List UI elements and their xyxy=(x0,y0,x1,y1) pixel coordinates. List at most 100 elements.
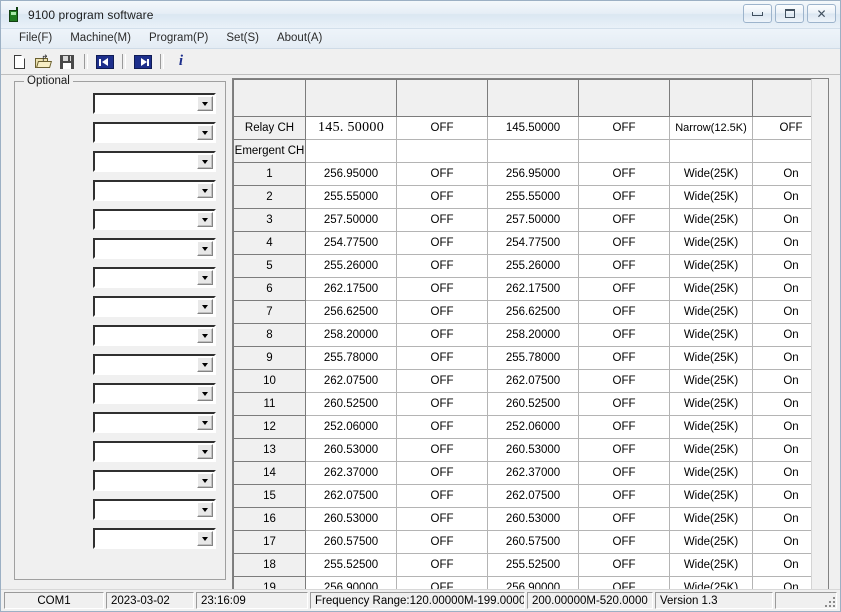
combo-busy-lock[interactable] xyxy=(93,296,216,317)
combo-radio[interactable] xyxy=(93,209,216,230)
cell-channel-id[interactable]: 5 xyxy=(233,254,306,278)
cell-tx[interactable]: 256.62500 xyxy=(487,300,579,324)
cell-wn[interactable]: Wide(25K) xyxy=(669,507,753,531)
cell-dec[interactable]: OFF xyxy=(396,185,488,209)
table-row[interactable]: 11 260.52500 OFF 260.52500 OFF Wide(25K) On xyxy=(233,392,828,416)
cell-tx[interactable]: 262.07500 xyxy=(487,484,579,508)
chevron-down-icon[interactable] xyxy=(197,386,213,401)
save-file-button[interactable] xyxy=(56,51,78,72)
table-row[interactable]: 17 260.57500 OFF 260.57500 OFF Wide(25K) On xyxy=(233,530,828,554)
combo-key-lock[interactable] xyxy=(93,412,216,433)
cell-enc[interactable]: OFF xyxy=(578,185,670,209)
combo-time-out-timer[interactable] xyxy=(93,151,216,172)
cell-tx[interactable]: 255.52500 xyxy=(487,553,579,577)
table-row[interactable]: 2 255.55000 OFF 255.55000 OFF Wide(25K) On xyxy=(233,185,828,209)
cell-dec[interactable]: OFF xyxy=(396,162,488,186)
cell-channel-id[interactable]: 9 xyxy=(233,346,306,370)
cell-wn[interactable]: Wide(25K) xyxy=(669,346,753,370)
cell-wn[interactable]: Wide(25K) xyxy=(669,484,753,508)
menu-item-file[interactable]: File(F) xyxy=(10,31,61,46)
cell-rx[interactable]: 256.90000 xyxy=(305,576,397,589)
cell-enc[interactable]: OFF xyxy=(578,484,670,508)
combo-squelch-level[interactable] xyxy=(93,93,216,114)
chevron-down-icon[interactable] xyxy=(197,183,213,198)
cell-wn[interactable]: Wide(25K) xyxy=(669,438,753,462)
cell-tx[interactable]: 258.20000 xyxy=(487,323,579,347)
cell-enc[interactable]: OFF xyxy=(578,231,670,255)
cell-channel-id[interactable]: 2 xyxy=(233,185,306,209)
cell-tx[interactable]: 260.53000 xyxy=(487,507,579,531)
cell-dec[interactable]: OFF xyxy=(396,277,488,301)
table-row[interactable]: 12 252.06000 OFF 252.06000 OFF Wide(25K) On xyxy=(233,415,828,439)
table-row[interactable]: 9 255.78000 OFF 255.78000 OFF Wide(25K) On xyxy=(233,346,828,370)
open-file-button[interactable]: ↱ xyxy=(32,51,54,72)
cell-wn[interactable]: Wide(25K) xyxy=(669,461,753,485)
cell-channel-id[interactable]: 10 xyxy=(233,369,306,393)
combo-language[interactable] xyxy=(93,354,216,375)
table-row[interactable]: 10 262.07500 OFF 262.07500 OFF Wide(25K) On xyxy=(233,369,828,393)
cell-channel-id[interactable]: 14 xyxy=(233,461,306,485)
cell-tx[interactable]: 262.37000 xyxy=(487,461,579,485)
cell-tx[interactable]: 255.55000 xyxy=(487,185,579,209)
cell-dec[interactable]: OFF xyxy=(396,323,488,347)
cell-dec[interactable]: OFF xyxy=(396,208,488,232)
cell-dec[interactable]: OFF xyxy=(396,415,488,439)
resize-grip-icon[interactable] xyxy=(823,595,835,607)
cell-channel-id[interactable]: 3 xyxy=(233,208,306,232)
column-header-tx-freq[interactable] xyxy=(487,79,579,117)
table-row[interactable]: 5 255.26000 OFF 255.26000 OFF Wide(25K) On xyxy=(233,254,828,278)
cell-dec[interactable] xyxy=(396,139,488,163)
cell-enc[interactable]: OFF xyxy=(578,346,670,370)
cell-wn[interactable]: Wide(25K) xyxy=(669,553,753,577)
column-header-ch[interactable] xyxy=(233,79,306,117)
cell-wn[interactable]: Wide(25K) xyxy=(669,300,753,324)
combo-back-light[interactable] xyxy=(93,441,216,462)
cell-enc[interactable]: OFF xyxy=(578,438,670,462)
maximize-button[interactable] xyxy=(775,4,804,23)
cell-enc[interactable] xyxy=(578,139,670,163)
cell-rx[interactable]: 260.53000 xyxy=(305,507,397,531)
cell-rx[interactable]: 260.52500 xyxy=(305,392,397,416)
table-row[interactable]: 7 256.62500 OFF 256.62500 OFF Wide(25K) On xyxy=(233,300,828,324)
cell-enc[interactable]: OFF xyxy=(578,323,670,347)
info-button[interactable]: i xyxy=(170,51,192,72)
cell-dec[interactable]: OFF xyxy=(396,576,488,589)
cell-wn[interactable]: Wide(25K) xyxy=(669,231,753,255)
cell-rx[interactable]: 260.57500 xyxy=(305,530,397,554)
cell-tx[interactable]: 252.06000 xyxy=(487,415,579,439)
cell-dec[interactable]: OFF xyxy=(396,254,488,278)
cell-enc[interactable]: OFF xyxy=(578,415,670,439)
cell-channel-id[interactable]: 6 xyxy=(233,277,306,301)
combo-battery-save[interactable] xyxy=(93,180,216,201)
cell-channel-id[interactable]: 19 xyxy=(233,576,306,589)
cell-wn[interactable]: Narrow(12.5K) xyxy=(669,116,753,140)
chevron-down-icon[interactable] xyxy=(197,357,213,372)
cell-dec[interactable]: OFF xyxy=(396,438,488,462)
combo-timer-tip[interactable] xyxy=(93,528,216,549)
cell-dec[interactable]: OFF xyxy=(396,392,488,416)
cell-rx[interactable]: 258.20000 xyxy=(305,323,397,347)
table-row[interactable]: 8 258.20000 OFF 258.20000 OFF Wide(25K) On xyxy=(233,323,828,347)
cell-rx[interactable]: 262.17500 xyxy=(305,277,397,301)
cell-tx[interactable]: 145.50000 xyxy=(487,116,579,140)
cell-wn[interactable] xyxy=(669,139,753,163)
minimize-button[interactable] xyxy=(743,4,772,23)
chevron-down-icon[interactable] xyxy=(197,502,213,517)
cell-dec[interactable]: OFF xyxy=(396,484,488,508)
cell-wn[interactable]: Wide(25K) xyxy=(669,530,753,554)
table-row[interactable]: 6 262.17500 OFF 262.17500 OFF Wide(25K) On xyxy=(233,277,828,301)
cell-tx[interactable] xyxy=(487,139,579,163)
cell-channel-id[interactable]: 13 xyxy=(233,438,306,462)
menu-item-set[interactable]: Set(S) xyxy=(217,31,268,46)
table-row[interactable]: 14 262.37000 OFF 262.37000 OFF Wide(25K) On xyxy=(233,461,828,485)
cell-tx[interactable]: 260.57500 xyxy=(487,530,579,554)
table-row[interactable]: 15 262.07500 OFF 262.07500 OFF Wide(25K) On xyxy=(233,484,828,508)
cell-channel-id[interactable]: Emergent CH xyxy=(233,139,306,163)
cell-rx[interactable]: 256.62500 xyxy=(305,300,397,324)
cell-wn[interactable]: Wide(25K) xyxy=(669,162,753,186)
cell-enc[interactable]: OFF xyxy=(578,392,670,416)
cell-tx[interactable]: 262.07500 xyxy=(487,369,579,393)
cell-channel-id[interactable]: 16 xyxy=(233,507,306,531)
table-row[interactable]: 1 256.95000 OFF 256.95000 OFF Wide(25K) On xyxy=(233,162,828,186)
cell-wn[interactable]: Wide(25K) xyxy=(669,208,753,232)
